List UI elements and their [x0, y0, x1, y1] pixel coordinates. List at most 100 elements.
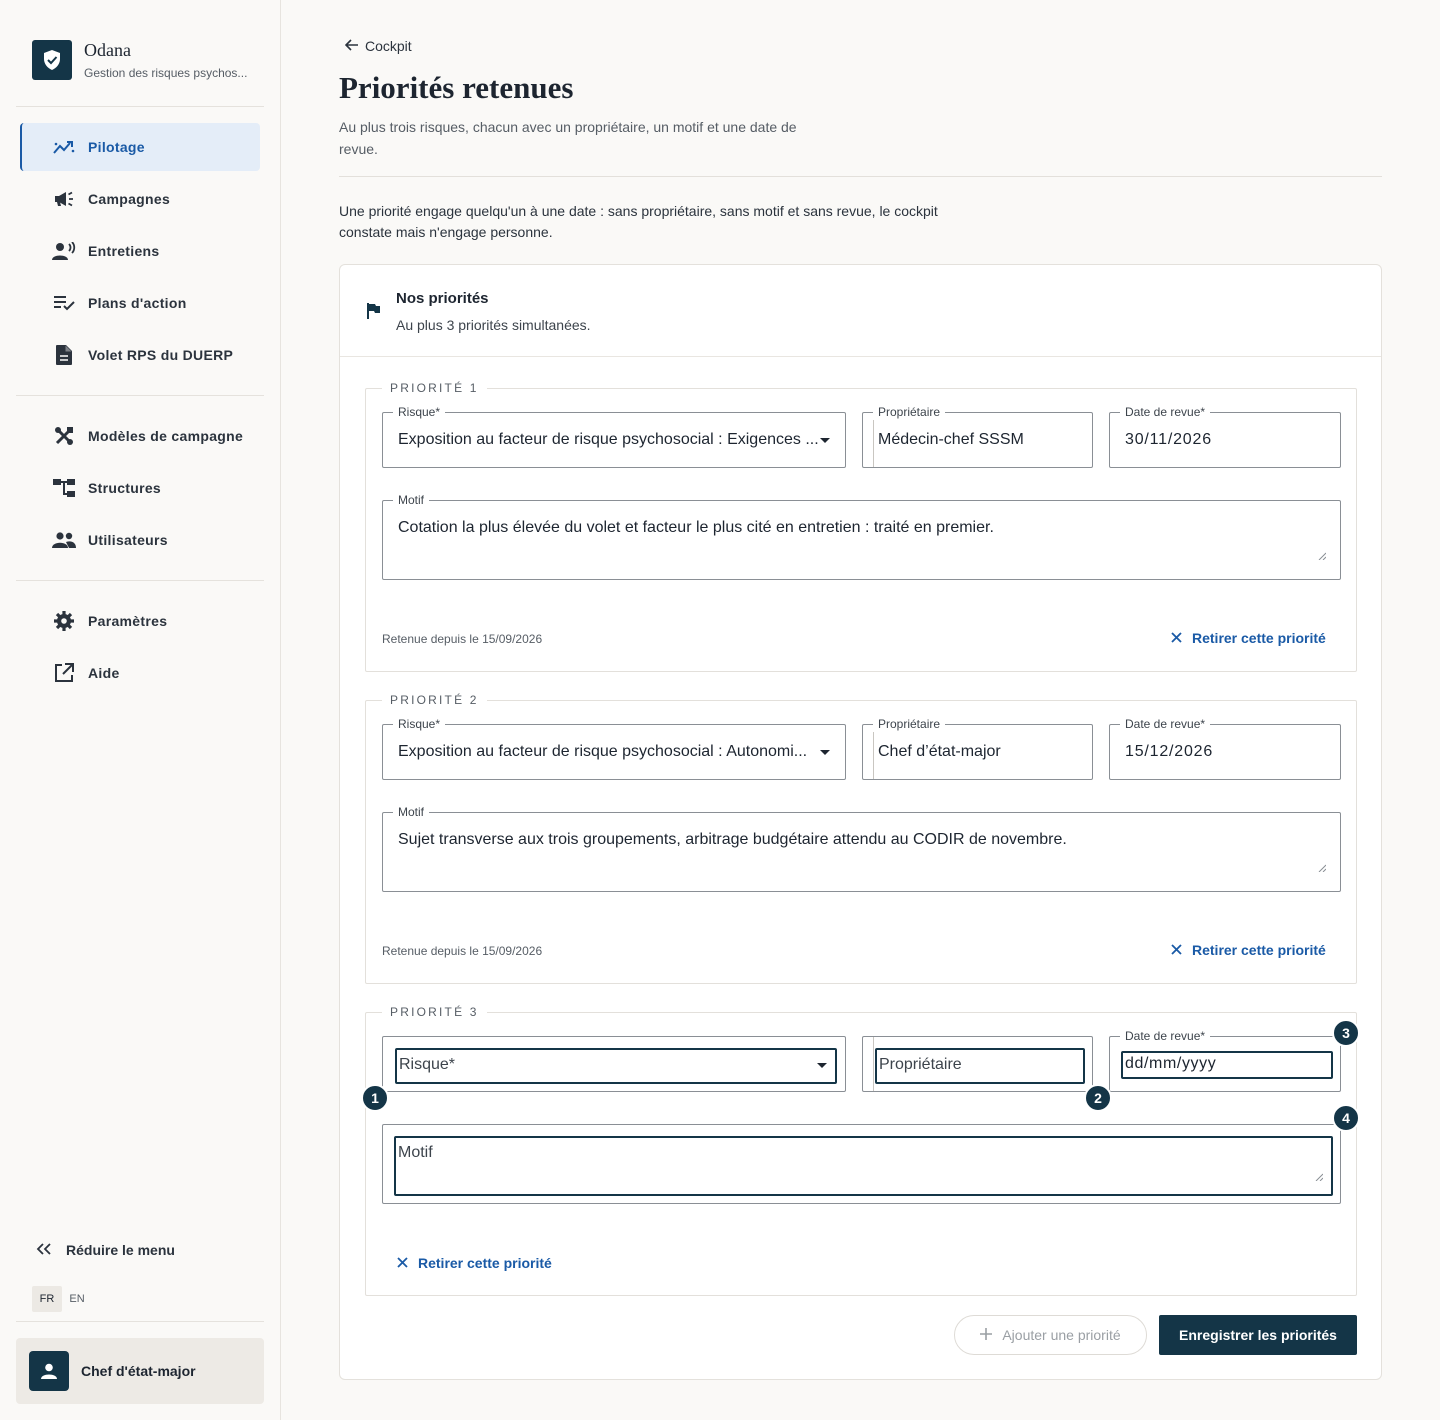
- motif-value: Cotation la plus élevée du volet et fact…: [398, 519, 994, 536]
- retenue-date: Retenue depuis le 15/09/2026: [382, 944, 543, 958]
- owner-label: Propriétaire: [873, 404, 946, 420]
- risk-select[interactable]: Risque* Exposition au facteur de risque …: [382, 716, 846, 780]
- plus-icon: [980, 1327, 993, 1343]
- nav-item-structures[interactable]: Structures: [20, 464, 260, 512]
- nav-label: Utilisateurs: [88, 532, 168, 548]
- priority-legend: PRIORITÉ 3: [390, 1005, 479, 1019]
- user-name: Chef d'état-major: [81, 1363, 196, 1379]
- add-priority-button[interactable]: Ajouter une priorité: [954, 1315, 1147, 1355]
- nav-item-plans-action[interactable]: Plans d'action: [20, 279, 260, 327]
- collapse-menu-button[interactable]: Réduire le menu: [36, 1242, 175, 1258]
- motif-placeholder: Motif: [398, 1144, 433, 1161]
- nav-label: Paramètres: [88, 613, 168, 629]
- nav-item-volet-rps[interactable]: Volet RPS du DUERP: [20, 331, 260, 379]
- sidebar-divider: [16, 106, 264, 107]
- risk-select[interactable]: Risque* Exposition au facteur de risque …: [382, 404, 846, 468]
- review-date-field[interactable]: Date de revue* 15/12/2026: [1109, 716, 1341, 780]
- nav-item-entretiens[interactable]: Entretiens: [20, 227, 260, 275]
- owner-field[interactable]: Propriétaire: [862, 1036, 1093, 1092]
- shield-check-icon: [32, 40, 72, 80]
- user-card[interactable]: Chef d'état-major: [16, 1338, 264, 1404]
- motif-textarea[interactable]: Motif: [394, 1136, 1333, 1196]
- hierarchy-icon: [52, 476, 76, 500]
- risk-label: Risque*: [393, 404, 446, 420]
- flag-icon: [367, 303, 381, 324]
- arrow-left-icon: [344, 38, 359, 54]
- priority-legend: PRIORITÉ 1: [390, 381, 479, 395]
- field-border: [873, 725, 874, 779]
- brand-name: Odana: [84, 40, 131, 60]
- date-label: Date de revue*: [1120, 1028, 1211, 1044]
- remove-priority-button[interactable]: Retirer cette priorité: [1171, 942, 1326, 958]
- save-priorities-button[interactable]: Enregistrer les priorités: [1159, 1315, 1357, 1355]
- nav-item-campagnes[interactable]: Campagnes: [20, 175, 260, 223]
- nav-item-aide[interactable]: Aide: [20, 649, 260, 697]
- motif-field[interactable]: Motif Sujet transverse aux trois groupem…: [382, 804, 1341, 892]
- card-header: Nos priorités Au plus 3 priorités simult…: [340, 265, 1381, 357]
- priority-1: PRIORITÉ 1 Risque* Exposition au facteur…: [365, 381, 1357, 672]
- caret-down-icon: [820, 438, 830, 443]
- priority-2: PRIORITÉ 2 Risque* Exposition au facteur…: [365, 693, 1357, 984]
- review-date-field[interactable]: Date de revue* 30/11/2026: [1109, 404, 1341, 468]
- date-label: Date de revue*: [1120, 404, 1211, 420]
- date-label: Date de revue*: [1120, 716, 1211, 732]
- nav-item-parametres[interactable]: Paramètres: [20, 597, 260, 645]
- double-chevron-left-icon: [36, 1242, 52, 1258]
- sidebar-divider: [16, 395, 264, 396]
- motif-field[interactable]: Motif: [382, 1124, 1341, 1204]
- close-icon: [1171, 630, 1182, 646]
- remove-priority-button[interactable]: Retirer cette priorité: [397, 1255, 552, 1271]
- card-title: Nos priorités: [396, 290, 489, 307]
- brand[interactable]: Odana Gestion des risques psychos...: [32, 40, 247, 80]
- user-icon: [29, 1351, 69, 1391]
- nav-label: Entretiens: [88, 243, 160, 259]
- review-date-field[interactable]: Date de revue* dd/mm/yyyy: [1109, 1028, 1341, 1092]
- remove-priority-label: Retirer cette priorité: [1192, 630, 1326, 646]
- nav-label: Plans d'action: [88, 295, 187, 311]
- collapse-menu-label: Réduire le menu: [66, 1242, 175, 1258]
- risk-select[interactable]: Risque*: [382, 1036, 846, 1092]
- resize-handle-icon[interactable]: [1318, 547, 1327, 565]
- lang-fr[interactable]: FR: [32, 1286, 62, 1312]
- caret-down-icon: [817, 1063, 827, 1068]
- priorities-card: Nos priorités Au plus 3 priorités simult…: [339, 264, 1382, 1380]
- page-subtitle: Au plus trois risques, chacun avec un pr…: [339, 119, 797, 157]
- owner-value: Médecin-chef SSSM: [878, 431, 1024, 448]
- nav-label: Pilotage: [88, 139, 145, 155]
- motif-field[interactable]: Motif Cotation la plus élevée du volet e…: [382, 492, 1341, 580]
- risk-label: Risque*: [393, 716, 446, 732]
- nav-item-pilotage[interactable]: Pilotage: [20, 123, 260, 171]
- owner-field[interactable]: Propriétaire Médecin-chef SSSM: [862, 404, 1093, 468]
- external-link-icon: [52, 661, 76, 685]
- retenue-date: Retenue depuis le 15/09/2026: [382, 632, 543, 646]
- lang-en[interactable]: EN: [62, 1286, 92, 1312]
- step-badge-3: 3: [1332, 1019, 1360, 1047]
- tools-icon: [52, 424, 76, 448]
- step-badge-2: 2: [1084, 1084, 1112, 1112]
- sidebar-divider: [16, 580, 264, 581]
- remove-priority-button[interactable]: Retirer cette priorité: [1171, 630, 1326, 646]
- nav-label: Modèles de campagne: [88, 428, 244, 444]
- users-icon: [52, 528, 76, 552]
- nav-label: Aide: [88, 665, 120, 681]
- priority-3: PRIORITÉ 3 Risque* Propriétaire Date de …: [361, 1005, 1360, 1296]
- risk-value: Exposition au facteur de risque psychoso…: [398, 743, 808, 760]
- remove-priority-label: Retirer cette priorité: [418, 1255, 552, 1271]
- megaphone-icon: [52, 187, 76, 211]
- step-badge-4: 4: [1332, 1104, 1360, 1132]
- date-input[interactable]: dd/mm/yyyy: [1121, 1051, 1333, 1079]
- resize-handle-icon[interactable]: [1318, 859, 1327, 877]
- owner-input[interactable]: Propriétaire: [875, 1048, 1085, 1084]
- document-icon: [52, 343, 76, 367]
- back-link[interactable]: Cockpit: [344, 38, 412, 54]
- resize-handle-icon[interactable]: [1315, 1168, 1324, 1186]
- date-value: 15/12/2026: [1125, 743, 1214, 760]
- nav-item-modeles[interactable]: Modèles de campagne: [20, 412, 260, 460]
- motif-value: Sujet transverse aux trois groupements, …: [398, 831, 1067, 848]
- nav-label: Structures: [88, 480, 162, 496]
- add-priority-label: Ajouter une priorité: [1002, 1327, 1121, 1343]
- nav-item-utilisateurs[interactable]: Utilisateurs: [20, 516, 260, 564]
- owner-field[interactable]: Propriétaire Chef d’état-major: [862, 716, 1093, 780]
- close-icon: [1171, 942, 1182, 958]
- risk-select-inner[interactable]: Risque*: [395, 1048, 837, 1084]
